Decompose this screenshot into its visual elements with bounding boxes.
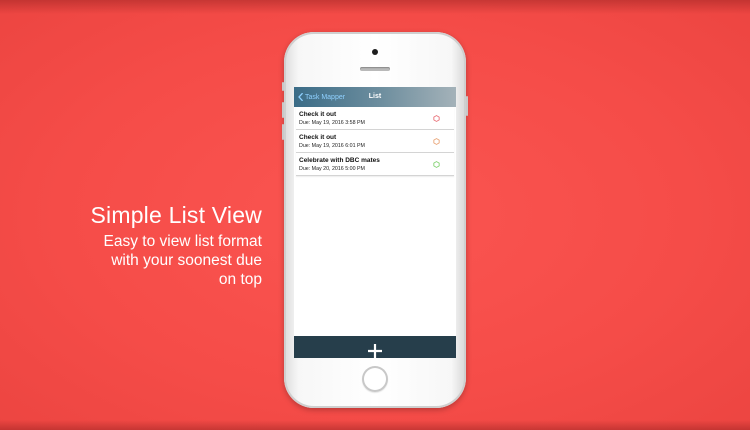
promo-text: Simple List View Easy to view list forma… [2, 200, 262, 289]
bottom-shade [0, 420, 750, 430]
mute-switch [282, 82, 284, 91]
task-name: Check it out [299, 111, 337, 118]
task-due-date: Due: May 19, 2016 3:58 PM [299, 120, 365, 126]
task-due-date: Due: May 19, 2016 6:01 PM [299, 143, 365, 149]
task-row[interactable]: Check it out Due: May 19, 2016 3:58 PM [296, 107, 454, 130]
promo-desc-line: Easy to view list format [103, 233, 263, 250]
promo-desc-line: with your soonest due [111, 252, 262, 269]
promo-desc-line: on top [218, 271, 262, 288]
plus-icon[interactable] [368, 344, 382, 358]
top-shade [0, 0, 750, 14]
task-due-date: Due: May 20, 2016 5:00 PM [299, 166, 365, 172]
phone-screen: Task Mapper List Check it out Due: May 1… [294, 87, 456, 358]
bottom-toolbar [294, 336, 456, 358]
camera-dot [372, 49, 378, 55]
nav-title: List [368, 93, 382, 100]
promo-description: Easy to view list format with your soone… [2, 232, 263, 289]
task-row[interactable]: Celebrate with DBC mates Due: May 20, 20… [296, 153, 454, 176]
navigation-bar: Task Mapper List [294, 87, 456, 107]
task-row[interactable]: Check it out Due: May 19, 2016 6:01 PM [296, 130, 454, 153]
status-hexagon-icon [433, 161, 440, 168]
volume-button [282, 102, 284, 118]
power-button [466, 96, 468, 116]
task-list: Check it out Due: May 19, 2016 3:58 PM C… [294, 107, 456, 176]
volume-button [282, 124, 284, 140]
status-hexagon-icon [433, 115, 440, 122]
task-name: Celebrate with DBC mates [299, 157, 380, 164]
earpiece-speaker [360, 67, 390, 71]
status-hexagon-icon [433, 138, 440, 145]
task-name: Check it out [299, 134, 337, 141]
promo-title: Simple List View [90, 202, 262, 228]
home-button[interactable] [362, 366, 388, 392]
